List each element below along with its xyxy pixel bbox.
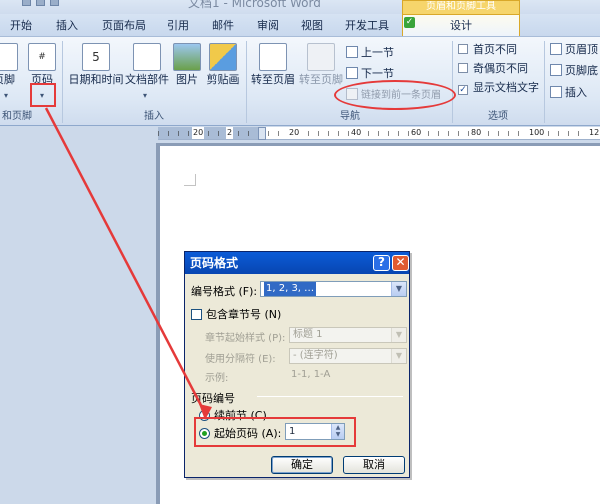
tab-references[interactable]: 引用 — [160, 16, 196, 36]
check-icon: ✓ — [404, 17, 415, 28]
number-format-select[interactable]: 1, 2, 3, … ▼ — [260, 281, 407, 297]
annotation-ellipse-link-previous — [334, 80, 456, 110]
tab-page-layout[interactable]: 页面布局 — [96, 16, 152, 36]
separator-label: 使用分隔符 (E): — [205, 354, 276, 365]
tab-mailings[interactable]: 邮件 — [204, 16, 242, 36]
clip-art-button[interactable]: 剪贴画 — [204, 43, 242, 86]
picture-button[interactable]: 图片 — [172, 43, 202, 86]
number-format-label: 编号格式 (F): — [191, 285, 258, 298]
example-value: 1-1, 1-A — [291, 369, 331, 380]
save-icon[interactable] — [22, 0, 31, 6]
arrow-down-icon — [346, 67, 358, 79]
show-document-text-checkbox[interactable]: ✓ 显示文档文字 — [458, 80, 539, 95]
separator-select[interactable]: - (连字符) ▼ — [289, 348, 407, 364]
checkmark-icon: ✓ — [458, 85, 468, 95]
header-footer-group-label: 和页脚 — [2, 111, 32, 122]
group-divider — [544, 41, 545, 123]
margin-corner-mark — [184, 174, 196, 186]
group-divider — [452, 41, 453, 123]
doc-parts-button[interactable]: 文档部件 — [124, 43, 170, 86]
document-parts-icon — [133, 43, 161, 71]
cancel-button[interactable]: 取消 — [343, 456, 405, 474]
horizontal-ruler[interactable]: 20 2 20 40 60 80 100 12 — [158, 127, 600, 140]
chevron-down-icon: ▼ — [391, 349, 406, 363]
doc-parts-dropdown-icon[interactable]: ▾ — [143, 91, 147, 100]
redo-icon[interactable] — [50, 0, 59, 6]
chapter-style-select[interactable]: 标题 1 ▼ — [289, 327, 407, 343]
tab-home[interactable]: 开始 — [0, 16, 42, 36]
options-group-label: 选项 — [488, 111, 508, 122]
next-section-button[interactable]: 下一节 — [346, 66, 394, 81]
arrow-up-icon — [346, 46, 358, 58]
page-number-icon: # — [28, 43, 56, 71]
tab-review[interactable]: 审阅 — [250, 16, 286, 36]
goto-footer-button[interactable]: 转至页脚 — [298, 43, 344, 86]
alignment-tab-icon — [550, 86, 562, 98]
ribbon: 页脚 # 页码 ▾ ▾ 和页脚 5 日期和时间 文档部件 ▾ 图片 剪贴画 插入… — [0, 36, 600, 126]
header-from-top-field[interactable]: 页眉顶 — [550, 42, 598, 57]
header-icon — [259, 43, 287, 71]
goto-header-button[interactable]: 转至页眉 — [250, 43, 296, 86]
chevron-down-icon: ▼ — [391, 328, 406, 342]
tab-design[interactable]: 设计 — [402, 14, 520, 36]
footer-icon — [307, 43, 335, 71]
indent-marker[interactable] — [258, 127, 266, 140]
different-first-page-checkbox[interactable]: 首页不同 — [458, 42, 517, 57]
tab-insert[interactable]: 插入 — [46, 16, 88, 36]
navigation-group-label: 导航 — [340, 111, 360, 122]
annotation-box-page-number — [30, 83, 56, 107]
help-button[interactable]: ? — [373, 255, 390, 271]
insert-alignment-tab-button[interactable]: 插入 — [550, 85, 587, 100]
tab-developer[interactable]: 开发工具 — [338, 16, 396, 36]
ribbon-tabs: 开始 插入 页面布局 引用 邮件 审阅 视图 开发工具 页眉和页脚工具 设计 ✓ — [0, 0, 600, 36]
chevron-down-icon: ▼ — [391, 282, 406, 296]
calendar-icon: 5 — [82, 43, 110, 71]
footer-from-bottom-field[interactable]: 页脚底 — [550, 63, 598, 78]
clip-art-icon — [209, 43, 237, 71]
header-position-icon — [550, 43, 562, 55]
date-time-button[interactable]: 5 日期和时间 — [68, 43, 124, 86]
picture-icon — [173, 43, 201, 71]
footer-button[interactable]: 页脚 — [0, 43, 18, 86]
insert-group-label: 插入 — [144, 111, 164, 122]
group-divider — [62, 41, 63, 123]
ok-button[interactable]: 确定 — [271, 456, 333, 474]
header-footer-tools-label: 页眉和页脚工具 — [402, 0, 520, 14]
numbering-section-label: 页码编号 — [191, 392, 235, 405]
different-odd-even-checkbox[interactable]: 奇偶页不同 — [458, 61, 528, 76]
chapter-style-label: 章节起始样式 (P): — [205, 333, 286, 344]
annotation-box-start-at — [194, 417, 356, 447]
footer-position-icon — [550, 64, 562, 76]
quick-access-toolbar[interactable] — [22, 0, 82, 6]
previous-section-button[interactable]: 上一节 — [346, 45, 394, 60]
close-button[interactable]: ✕ — [392, 255, 409, 271]
example-label: 示例: — [205, 373, 229, 384]
footer-icon — [0, 43, 18, 71]
undo-icon[interactable] — [36, 0, 45, 6]
include-chapter-checkbox[interactable]: 包含章节号 (N) — [191, 306, 281, 322]
group-divider — [246, 41, 247, 123]
tab-view[interactable]: 视图 — [294, 16, 330, 36]
page-number-button[interactable]: # 页码 — [28, 43, 56, 86]
footer-dropdown-icon[interactable]: ▾ — [4, 91, 8, 100]
window-title: 文档1 - Microsoft Word — [188, 0, 321, 10]
